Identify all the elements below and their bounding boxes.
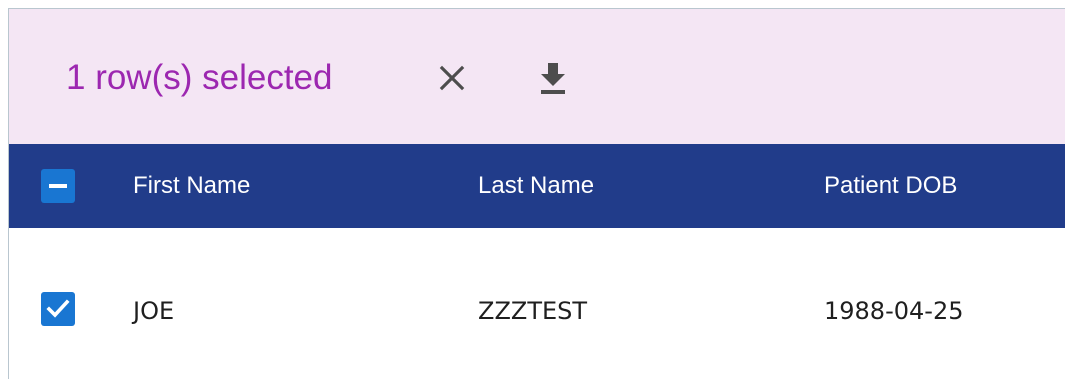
- download-button[interactable]: [536, 59, 572, 99]
- data-table-panel: 1 row(s) selected First Name Last Name P…: [8, 8, 1065, 379]
- selected-rows-count: 1 row(s) selected: [66, 58, 333, 97]
- cell-last-name: ZZZTEST: [478, 297, 588, 325]
- column-header-patient-dob[interactable]: Patient DOB: [824, 170, 957, 202]
- checkmark-icon: [46, 299, 70, 318]
- select-all-checkbox[interactable]: [41, 169, 75, 203]
- download-icon: [541, 63, 565, 94]
- column-header-last-name[interactable]: Last Name: [478, 170, 594, 202]
- row-select-checkbox[interactable]: [41, 292, 75, 326]
- indeterminate-checkbox-icon: [49, 184, 67, 188]
- close-icon: [439, 65, 465, 91]
- table-header-row: First Name Last Name Patient DOB: [9, 144, 1065, 228]
- clear-selection-button[interactable]: [434, 60, 470, 96]
- column-header-first-name[interactable]: First Name: [133, 170, 250, 202]
- cell-patient-dob: 1988-04-25: [824, 297, 964, 325]
- cell-first-name: JOE: [133, 297, 175, 325]
- selection-toolbar: 1 row(s) selected: [9, 9, 1065, 144]
